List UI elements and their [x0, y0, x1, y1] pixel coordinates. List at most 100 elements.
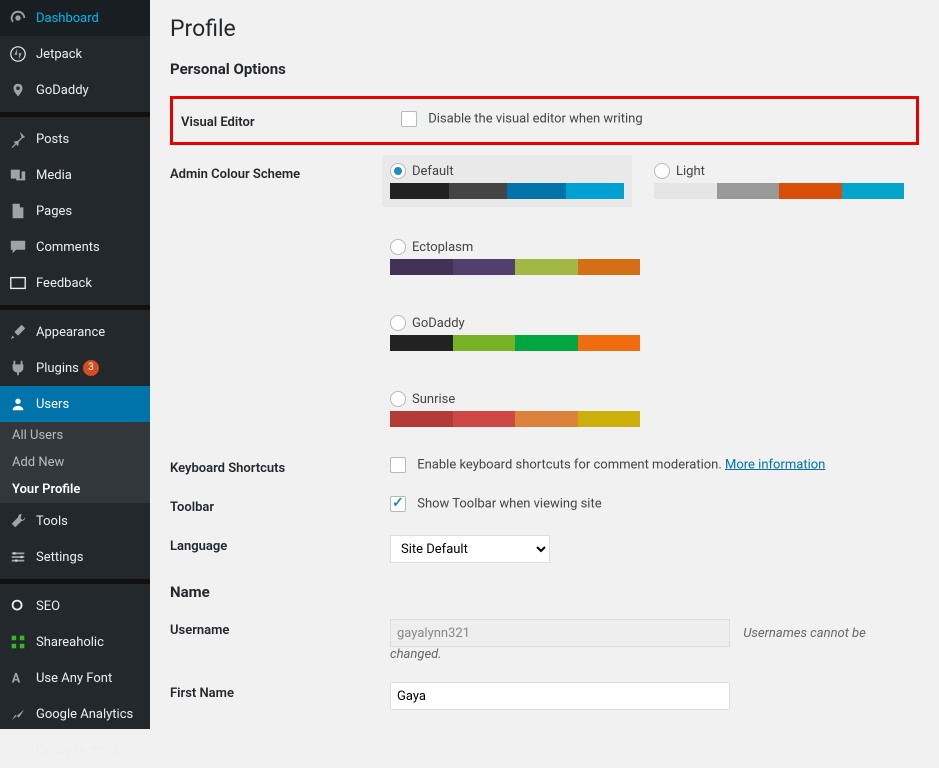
sidebar-item-settings[interactable]: Settings [0, 539, 150, 575]
checkbox-keyboard-label: Enable keyboard shortcuts for comment mo… [417, 457, 722, 472]
checkbox-toolbar-label: Show Toolbar when viewing site [417, 496, 601, 511]
sidebar-label: Media [36, 168, 72, 183]
sidebar-item-jetpack[interactable]: Jetpack [0, 36, 150, 72]
scheme-swatch [654, 183, 904, 199]
sidebar-item-collapse[interactable]: Collapse menu [0, 732, 150, 768]
sidebar-label: Google Analytics [36, 707, 133, 722]
sidebar-item-useanyfont[interactable]: A Use Any Font [0, 660, 150, 696]
radio-scheme-default[interactable] [390, 163, 406, 179]
media-icon [8, 165, 28, 185]
page-title: Profile [170, 15, 919, 42]
label-color-scheme: Admin Colour Scheme [170, 163, 390, 182]
brush-icon [8, 322, 28, 342]
sidebar-label: Use Any Font [36, 671, 112, 686]
pin-icon [8, 129, 28, 149]
seo-icon [8, 596, 28, 616]
tools-icon [8, 511, 28, 531]
admin-sidebar: Dashboard Jetpack GoDaddy Posts Media Pa… [0, 0, 150, 729]
scheme-name: Ectoplasm [412, 240, 473, 255]
sidebar-separator [0, 305, 150, 310]
sidebar-item-tools[interactable]: Tools [0, 503, 150, 539]
radio-scheme-godaddy[interactable] [390, 315, 406, 331]
collapse-icon [8, 740, 28, 760]
sidebar-separator [0, 112, 150, 117]
scheme-name: GoDaddy [412, 316, 465, 331]
sidebar-label: GoDaddy [36, 83, 89, 98]
sidebar-sub-your-profile[interactable]: Your Profile [0, 476, 150, 503]
sidebar-label: Pages [36, 204, 72, 219]
label-first-name: First Name [170, 682, 390, 701]
link-more-info[interactable]: More information [725, 457, 825, 472]
sidebar-label: Jetpack [36, 47, 82, 62]
color-scheme-light[interactable]: Light [654, 163, 904, 199]
checkbox-visual-editor[interactable] [401, 111, 417, 127]
row-visual-editor: Visual Editor Disable the visual editor … [173, 111, 916, 130]
sidebar-item-seo[interactable]: SEO [0, 588, 150, 624]
sidebar-label: Posts [36, 132, 69, 147]
svg-text:A: A [12, 672, 21, 687]
checkbox-keyboard[interactable] [390, 457, 406, 473]
sidebar-label: Collapse menu [36, 743, 122, 758]
comment-icon [8, 237, 28, 257]
section-name: Name [170, 583, 919, 601]
sidebar-label: Settings [36, 550, 83, 565]
sidebar-item-users[interactable]: Users [0, 386, 150, 422]
row-toolbar: Toolbar Show Toolbar when viewing site [170, 496, 919, 515]
sidebar-item-dashboard[interactable]: Dashboard [0, 0, 150, 36]
settings-icon [8, 547, 28, 567]
scheme-name: Sunrise [412, 392, 455, 407]
row-keyboard: Keyboard Shortcuts Enable keyboard short… [170, 457, 919, 476]
sidebar-item-pages[interactable]: Pages [0, 193, 150, 229]
feedback-icon [8, 273, 28, 293]
visual-editor-highlight: Visual Editor Disable the visual editor … [170, 96, 919, 145]
users-icon [8, 394, 28, 414]
sidebar-label: SEO [36, 599, 60, 614]
sidebar-item-feedback[interactable]: Feedback [0, 265, 150, 301]
jetpack-icon [8, 44, 28, 64]
font-icon: A [8, 668, 28, 688]
sidebar-submenu-users: All Users Add New Your Profile [0, 422, 150, 503]
color-scheme-sunrise[interactable]: Sunrise [390, 391, 640, 427]
section-personal-options: Personal Options [170, 60, 919, 78]
sidebar-label: Shareaholic [36, 635, 104, 650]
scheme-name: Light [676, 164, 705, 179]
select-language[interactable]: Site Default [390, 535, 550, 563]
radio-scheme-ectoplasm[interactable] [390, 239, 406, 255]
radio-scheme-light[interactable] [654, 163, 670, 179]
row-language: Language Site Default [170, 535, 919, 563]
sidebar-item-appearance[interactable]: Appearance [0, 314, 150, 350]
row-color-scheme: Admin Colour Scheme DefaultLightEctoplas… [170, 163, 919, 427]
label-visual-editor: Visual Editor [181, 111, 401, 130]
color-scheme-grid: DefaultLightEctoplasmGoDaddySunrise [390, 163, 919, 427]
checkbox-visual-editor-label: Disable the visual editor when writing [428, 111, 642, 126]
row-username: Username Usernames cannot be changed. [170, 619, 919, 662]
sidebar-label: Appearance [36, 325, 105, 340]
sidebar-item-comments[interactable]: Comments [0, 229, 150, 265]
scheme-swatch [390, 183, 624, 199]
sidebar-item-media[interactable]: Media [0, 157, 150, 193]
label-toolbar: Toolbar [170, 496, 390, 515]
sidebar-label: Comments [36, 240, 100, 255]
color-scheme-ectoplasm[interactable]: Ectoplasm [390, 239, 640, 275]
plugin-icon [8, 358, 28, 378]
sidebar-sub-all-users[interactable]: All Users [0, 422, 150, 449]
sidebar-item-godaddy[interactable]: GoDaddy [0, 72, 150, 108]
page-icon [8, 201, 28, 221]
sidebar-item-analytics[interactable]: Google Analytics [0, 696, 150, 732]
input-first-name[interactable] [390, 682, 730, 710]
scheme-swatch [390, 335, 640, 351]
sidebar-item-posts[interactable]: Posts [0, 121, 150, 157]
scheme-swatch [390, 259, 640, 275]
color-scheme-godaddy[interactable]: GoDaddy [390, 315, 640, 351]
dashboard-icon [8, 8, 28, 28]
label-username: Username [170, 619, 390, 638]
sidebar-sub-add-new[interactable]: Add New [0, 449, 150, 476]
sidebar-item-shareaholic[interactable]: Shareaholic [0, 624, 150, 660]
radio-scheme-sunrise[interactable] [390, 391, 406, 407]
label-keyboard: Keyboard Shortcuts [170, 457, 390, 476]
color-scheme-default[interactable]: Default [382, 155, 632, 207]
shareaholic-icon [8, 632, 28, 652]
checkbox-toolbar[interactable] [390, 496, 406, 512]
sidebar-item-plugins[interactable]: Plugins3 [0, 350, 150, 386]
chart-icon [8, 704, 28, 724]
